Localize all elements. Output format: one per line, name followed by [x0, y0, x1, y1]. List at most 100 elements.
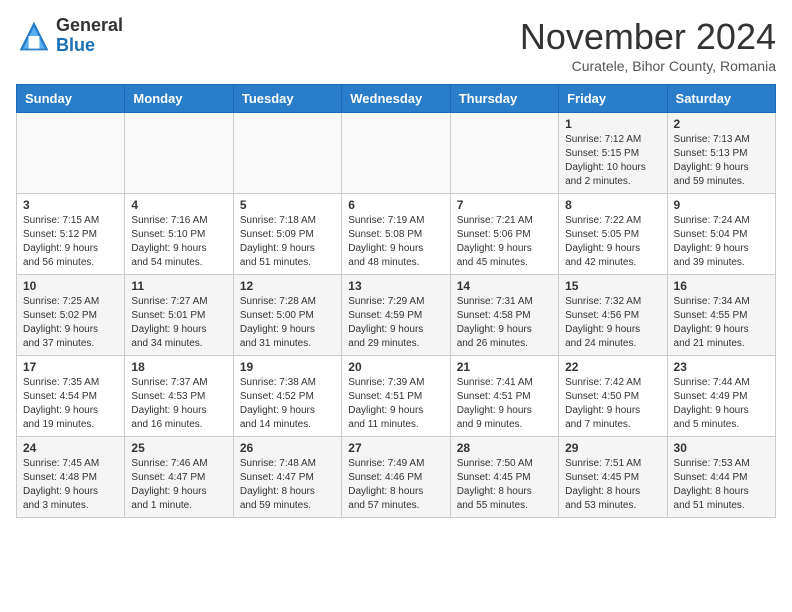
- day-info: Sunrise: 7:19 AM Sunset: 5:08 PM Dayligh…: [348, 214, 443, 270]
- calendar-cell: 29 Sunrise: 7:51 AM Sunset: 4:45 PM Dayli…: [559, 437, 667, 518]
- location: Curatele, Bihor County, Romania: [520, 58, 776, 74]
- calendar-cell: 14 Sunrise: 7:31 AM Sunset: 4:58 PM Dayli…: [450, 275, 558, 356]
- day-info: Sunrise: 7:18 AM Sunset: 5:09 PM Dayligh…: [240, 214, 335, 270]
- day-number: 28: [457, 441, 552, 455]
- calendar-cell: 18Sunrise: 7:37 AM Sunset: 4:53 PM Dayli…: [125, 356, 233, 437]
- day-info: Sunrise: 7:39 AM Sunset: 4:51 PM Dayligh…: [348, 376, 443, 432]
- logo-icon: [16, 18, 52, 54]
- day-info: Sunrise: 7:15 AM Sunset: 5:12 PM Dayligh…: [23, 214, 118, 270]
- calendar-week-1: 3Sunrise: 7:15 AM Sunset: 5:12 PM Daylig…: [17, 194, 776, 275]
- day-info: Sunrise: 7:21 AM Sunset: 5:06 PM Dayligh…: [457, 214, 552, 270]
- title-block: November 2024 Curatele, Bihor County, Ro…: [520, 16, 776, 74]
- calendar-body: 1Sunrise: 7:12 AM Sunset: 5:15 PM Daylig…: [17, 113, 776, 518]
- day-info: Sunrise: 7:35 AM Sunset: 4:54 PM Dayligh…: [23, 376, 118, 432]
- calendar-cell: 4 Sunrise: 7:16 AM Sunset: 5:10 PM Daylig…: [125, 194, 233, 275]
- calendar-cell: 12 Sunrise: 7:28 AM Sunset: 5:00 PM Dayli…: [233, 275, 341, 356]
- day-info: Sunrise: 7:38 AM Sunset: 4:52 PM Dayligh…: [240, 376, 335, 432]
- calendar-cell: 11 Sunrise: 7:27 AM Sunset: 5:01 PM Dayli…: [125, 275, 233, 356]
- day-info: Sunrise: 7:13 AM Sunset: 5:13 PM Dayligh…: [674, 133, 769, 189]
- calendar-cell: 10 Sunrise: 7:25 AM Sunset: 5:02 PM Dayli…: [17, 275, 125, 356]
- calendar-cell: 26Sunrise: 7:48 AM Sunset: 4:47 PM Dayli…: [233, 437, 341, 518]
- month-title: November 2024: [520, 16, 776, 58]
- calendar-header-thursday: Thursday: [450, 85, 558, 113]
- calendar-cell: 28 Sunrise: 7:50 AM Sunset: 4:45 PM Dayli…: [450, 437, 558, 518]
- calendar-cell: 2 Sunrise: 7:13 AM Sunset: 5:13 PM Daylig…: [667, 113, 775, 194]
- day-info: Sunrise: 7:50 AM Sunset: 4:45 PM Dayligh…: [457, 457, 552, 513]
- day-info: Sunrise: 7:46 AM Sunset: 4:47 PM Dayligh…: [131, 457, 226, 513]
- calendar-table: SundayMondayTuesdayWednesdayThursdayFrid…: [16, 84, 776, 518]
- calendar-cell: 17 Sunrise: 7:35 AM Sunset: 4:54 PM Dayli…: [17, 356, 125, 437]
- day-number: 24: [23, 441, 118, 455]
- day-number: 12: [240, 279, 335, 293]
- calendar-header-monday: Monday: [125, 85, 233, 113]
- day-number: 13: [348, 279, 443, 293]
- day-info: Sunrise: 7:34 AM Sunset: 4:55 PM Dayligh…: [674, 295, 769, 351]
- calendar-header-friday: Friday: [559, 85, 667, 113]
- day-info: Sunrise: 7:22 AM Sunset: 5:05 PM Dayligh…: [565, 214, 660, 270]
- logo: General Blue: [16, 16, 123, 56]
- calendar-cell: 22 Sunrise: 7:42 AM Sunset: 4:50 PM Dayli…: [559, 356, 667, 437]
- calendar-week-0: 1Sunrise: 7:12 AM Sunset: 5:15 PM Daylig…: [17, 113, 776, 194]
- day-number: 1: [565, 117, 660, 131]
- day-info: Sunrise: 7:49 AM Sunset: 4:46 PM Dayligh…: [348, 457, 443, 513]
- calendar-cell: 30Sunrise: 7:53 AM Sunset: 4:44 PM Dayli…: [667, 437, 775, 518]
- day-info: Sunrise: 7:28 AM Sunset: 5:00 PM Dayligh…: [240, 295, 335, 351]
- day-info: Sunrise: 7:32 AM Sunset: 4:56 PM Dayligh…: [565, 295, 660, 351]
- day-number: 27: [348, 441, 443, 455]
- logo-text: General Blue: [56, 16, 123, 56]
- day-number: 17: [23, 360, 118, 374]
- calendar-cell: 7 Sunrise: 7:21 AM Sunset: 5:06 PM Daylig…: [450, 194, 558, 275]
- calendar-header-saturday: Saturday: [667, 85, 775, 113]
- day-info: Sunrise: 7:44 AM Sunset: 4:49 PM Dayligh…: [674, 376, 769, 432]
- calendar-cell: [125, 113, 233, 194]
- day-info: Sunrise: 7:42 AM Sunset: 4:50 PM Dayligh…: [565, 376, 660, 432]
- calendar-cell: 8 Sunrise: 7:22 AM Sunset: 5:05 PM Daylig…: [559, 194, 667, 275]
- day-number: 10: [23, 279, 118, 293]
- calendar-cell: 21 Sunrise: 7:41 AM Sunset: 4:51 PM Dayli…: [450, 356, 558, 437]
- calendar-cell: 3Sunrise: 7:15 AM Sunset: 5:12 PM Daylig…: [17, 194, 125, 275]
- calendar-cell: 9Sunrise: 7:24 AM Sunset: 5:04 PM Daylig…: [667, 194, 775, 275]
- day-number: 21: [457, 360, 552, 374]
- day-number: 20: [348, 360, 443, 374]
- day-number: 26: [240, 441, 335, 455]
- calendar-cell: [342, 113, 450, 194]
- calendar-cell: 13 Sunrise: 7:29 AM Sunset: 4:59 PM Dayli…: [342, 275, 450, 356]
- page-header: General Blue November 2024 Curatele, Bih…: [16, 16, 776, 74]
- day-number: 19: [240, 360, 335, 374]
- calendar-cell: [450, 113, 558, 194]
- calendar-cell: 6 Sunrise: 7:19 AM Sunset: 5:08 PM Daylig…: [342, 194, 450, 275]
- day-info: Sunrise: 7:41 AM Sunset: 4:51 PM Dayligh…: [457, 376, 552, 432]
- calendar-week-2: 10 Sunrise: 7:25 AM Sunset: 5:02 PM Dayli…: [17, 275, 776, 356]
- day-info: Sunrise: 7:27 AM Sunset: 5:01 PM Dayligh…: [131, 295, 226, 351]
- calendar-header-wednesday: Wednesday: [342, 85, 450, 113]
- day-info: Sunrise: 7:16 AM Sunset: 5:10 PM Dayligh…: [131, 214, 226, 270]
- calendar-cell: 24 Sunrise: 7:45 AM Sunset: 4:48 PM Dayli…: [17, 437, 125, 518]
- day-number: 6: [348, 198, 443, 212]
- calendar-cell: [17, 113, 125, 194]
- day-info: Sunrise: 7:51 AM Sunset: 4:45 PM Dayligh…: [565, 457, 660, 513]
- calendar-cell: 23 Sunrise: 7:44 AM Sunset: 4:49 PM Dayli…: [667, 356, 775, 437]
- calendar-week-3: 17 Sunrise: 7:35 AM Sunset: 4:54 PM Dayli…: [17, 356, 776, 437]
- day-number: 15: [565, 279, 660, 293]
- day-number: 4: [131, 198, 226, 212]
- day-number: 16: [674, 279, 769, 293]
- day-number: 22: [565, 360, 660, 374]
- day-info: Sunrise: 7:45 AM Sunset: 4:48 PM Dayligh…: [23, 457, 118, 513]
- calendar-cell: 5 Sunrise: 7:18 AM Sunset: 5:09 PM Daylig…: [233, 194, 341, 275]
- day-number: 25: [131, 441, 226, 455]
- calendar-cell: 20 Sunrise: 7:39 AM Sunset: 4:51 PM Dayli…: [342, 356, 450, 437]
- day-number: 5: [240, 198, 335, 212]
- day-info: Sunrise: 7:31 AM Sunset: 4:58 PM Dayligh…: [457, 295, 552, 351]
- day-number: 23: [674, 360, 769, 374]
- day-info: Sunrise: 7:25 AM Sunset: 5:02 PM Dayligh…: [23, 295, 118, 351]
- calendar-cell: 27 Sunrise: 7:49 AM Sunset: 4:46 PM Dayli…: [342, 437, 450, 518]
- day-number: 8: [565, 198, 660, 212]
- day-number: 7: [457, 198, 552, 212]
- day-number: 2: [674, 117, 769, 131]
- calendar-cell: 16 Sunrise: 7:34 AM Sunset: 4:55 PM Dayli…: [667, 275, 775, 356]
- day-number: 11: [131, 279, 226, 293]
- day-number: 29: [565, 441, 660, 455]
- day-info: Sunrise: 7:29 AM Sunset: 4:59 PM Dayligh…: [348, 295, 443, 351]
- calendar-header-row: SundayMondayTuesdayWednesdayThursdayFrid…: [17, 85, 776, 113]
- day-number: 14: [457, 279, 552, 293]
